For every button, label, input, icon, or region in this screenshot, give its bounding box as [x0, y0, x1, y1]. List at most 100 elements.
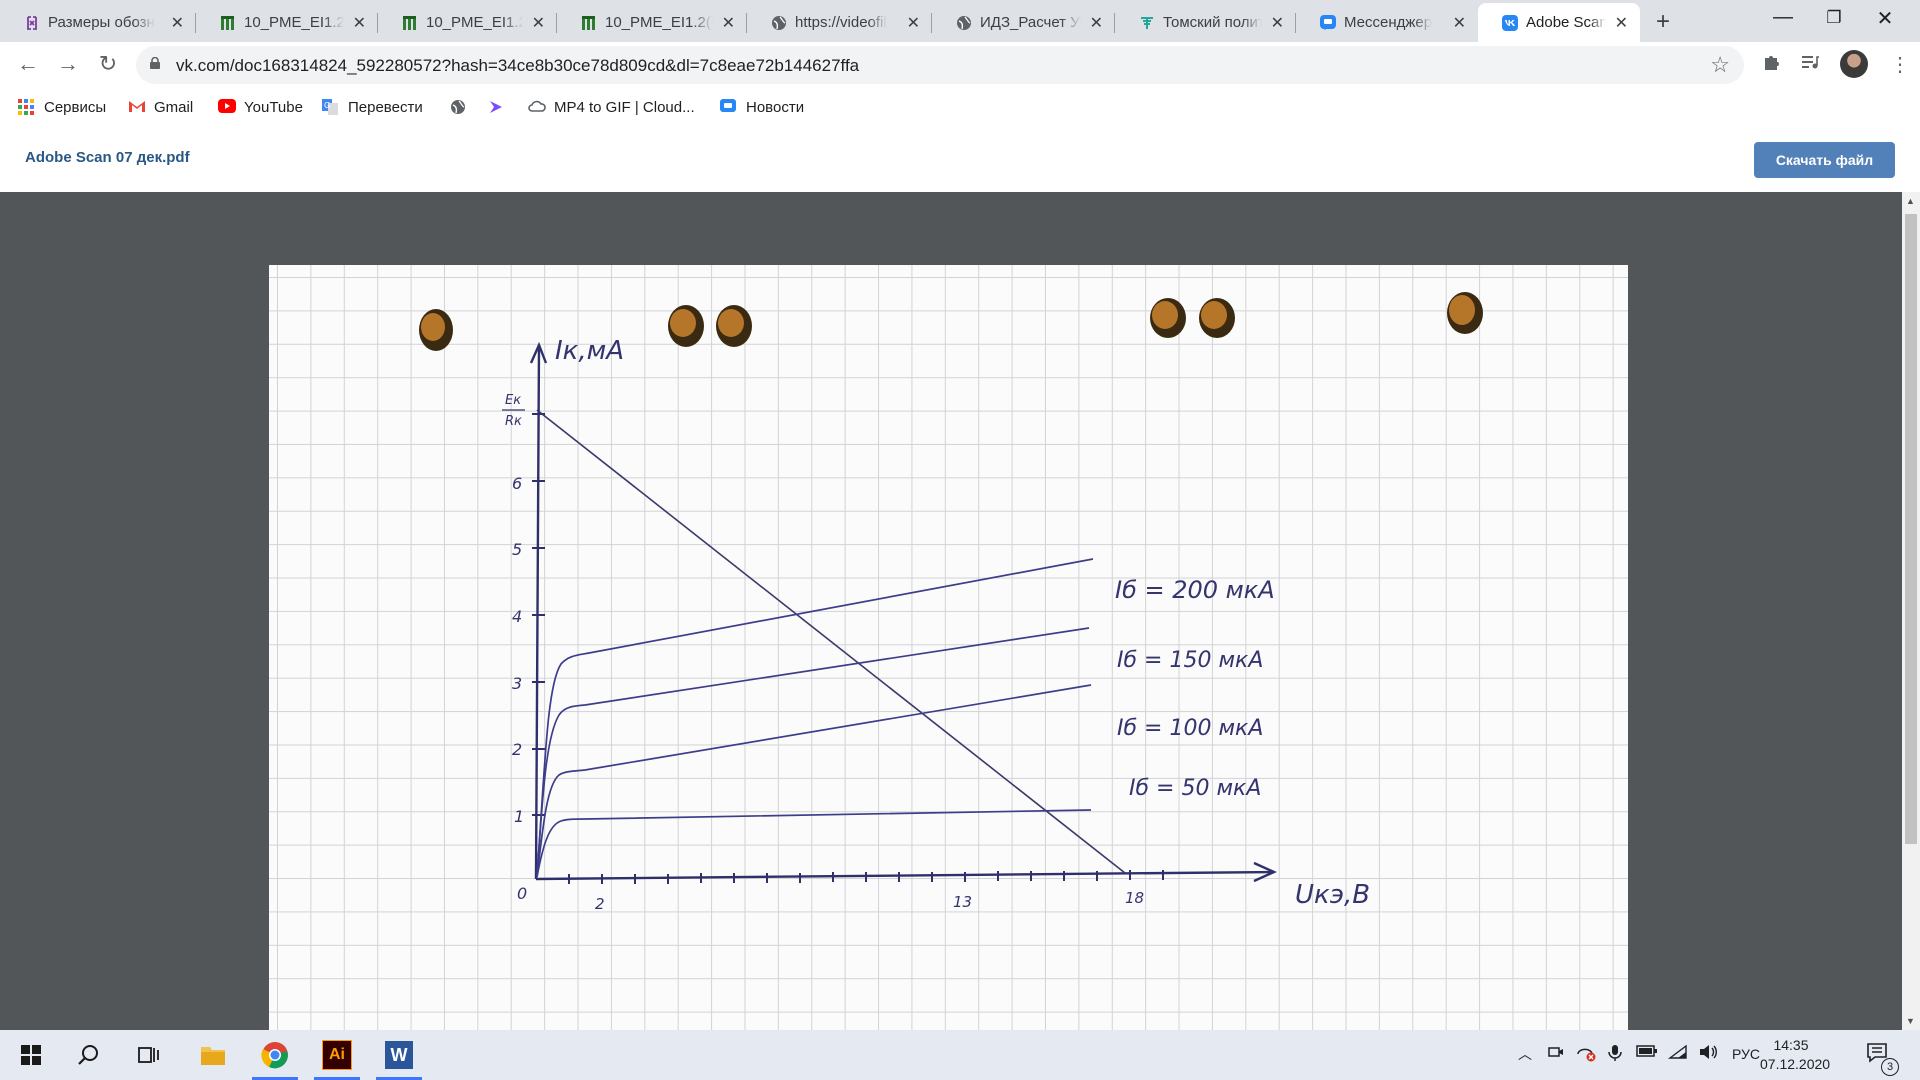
browser-toolbar: ← → ↻ vk.com/doc168314824_592280572?hash… — [0, 42, 1920, 88]
close-tab-icon[interactable]: ✕ — [1271, 13, 1284, 33]
back-button[interactable]: ← — [14, 51, 42, 77]
browser-tab[interactable]: ИДЗ_Расчет Ук ✕ — [932, 3, 1115, 42]
y-axis-line — [534, 344, 541, 880]
close-tab-icon[interactable]: ✕ — [353, 13, 366, 33]
vk-logo-icon — [1502, 15, 1518, 31]
translate-icon: G — [322, 99, 338, 115]
scroll-down-arrow-icon[interactable]: ▼ — [1906, 1016, 1915, 1026]
close-tab-icon[interactable]: ✕ — [907, 13, 920, 33]
bracket-logo-icon — [24, 15, 40, 31]
viewer-scrollbar[interactable]: ▲ ▼ — [1902, 192, 1920, 1030]
scrollbar-thumb[interactable] — [1905, 214, 1917, 844]
bookmark-label: MP4 to GIF | Cloud... — [554, 98, 695, 116]
bookmark-item[interactable]: Gmail — [128, 96, 193, 118]
network-error-icon[interactable] — [1576, 1044, 1596, 1067]
clock-time: 14:35 — [1773, 1037, 1809, 1053]
restore-button[interactable]: ❐ — [1811, 8, 1857, 28]
news-chat-icon — [720, 99, 736, 115]
browser-tab[interactable]: https://videofil ✕ — [747, 3, 932, 42]
curve-ib-50 — [536, 809, 1092, 878]
browser-tab[interactable]: Adobe Scan 07 ✕ — [1478, 3, 1640, 42]
bookmark-item[interactable]: MP4 to GIF | Cloud... — [528, 96, 695, 118]
close-tab-icon[interactable]: ✕ — [532, 13, 545, 33]
bookmark-label: Новости — [746, 98, 805, 116]
task-view-icon[interactable] — [120, 1030, 178, 1080]
y-tick-label-3: 3 — [512, 674, 522, 693]
download-file-button[interactable]: Скачать файл — [1754, 142, 1895, 178]
x-tick-label-2: 2 — [595, 895, 605, 913]
new-tab-button[interactable]: + — [1656, 8, 1670, 36]
profile-avatar[interactable] — [1840, 50, 1868, 78]
close-window-button[interactable]: ✕ — [1862, 6, 1908, 31]
y-tick-label-5: 5 — [512, 540, 522, 559]
notification-count-badge: 3 — [1881, 1058, 1899, 1076]
illustrator-icon[interactable]: Ai — [308, 1030, 366, 1080]
bookmark-star-icon[interactable]: ☆ — [1710, 52, 1730, 78]
youtube-icon — [218, 99, 236, 115]
browser-tab[interactable]: Мессенджер ✕ — [1296, 3, 1478, 42]
system-clock[interactable]: 14:35 07.12.2020 — [1760, 1036, 1831, 1074]
y-fraction-bottom: Rк — [505, 414, 522, 429]
minimize-button[interactable]: — — [1760, 6, 1806, 29]
address-bar[interactable]: vk.com/doc168314824_592280572?hash=34ce8… — [136, 46, 1744, 84]
x-tick-label-13: 13 — [953, 893, 972, 911]
battery-icon[interactable] — [1636, 1044, 1658, 1063]
search-icon[interactable] — [60, 1030, 118, 1080]
file-explorer-icon[interactable] — [184, 1030, 242, 1080]
media-queue-icon[interactable] — [1800, 52, 1820, 78]
tab-strip: Размеры обозн✕10_PME_EI1.2(C✕10_PME_EI1.… — [0, 0, 1920, 42]
bookmark-item[interactable]: Новости — [720, 96, 804, 118]
curve-ib-200 — [536, 558, 1094, 878]
close-tab-icon[interactable]: ✕ — [171, 13, 184, 33]
reload-button[interactable]: ↻ — [94, 51, 122, 77]
browser-menu-icon[interactable]: ⋮ — [1890, 52, 1910, 77]
tab-title: 10_PME_EI1.2(C — [426, 14, 523, 31]
browser-tab[interactable]: Томский полит ✕ — [1115, 3, 1296, 42]
meet-now-icon[interactable] — [1548, 1044, 1564, 1065]
tab-title: ИДЗ_Расчет Ук — [980, 14, 1081, 31]
windows-taskbar: Ai W ︿ РУС 14:35 07.12.2020 3 — [0, 1030, 1920, 1080]
bookmark-label: Сервисы — [44, 98, 107, 116]
volume-icon[interactable] — [1698, 1044, 1718, 1065]
bookmark-item[interactable] — [450, 96, 466, 118]
close-tab-icon[interactable]: ✕ — [1615, 13, 1628, 33]
browser-tab[interactable]: Размеры обозн ✕ — [0, 3, 196, 42]
globe-icon — [450, 99, 466, 115]
document-title[interactable]: Adobe Scan 07 дек.pdf — [25, 149, 190, 166]
close-tab-icon[interactable]: ✕ — [1090, 13, 1103, 33]
moodle-grid-icon — [402, 15, 418, 31]
load-line — [536, 409, 1126, 874]
extensions-puzzle-icon[interactable] — [1762, 52, 1782, 78]
word-icon[interactable]: W — [370, 1030, 428, 1080]
bookmark-item[interactable]: Сервисы — [18, 96, 106, 118]
show-hidden-icons-chevron-icon[interactable]: ︿ — [1518, 1044, 1532, 1064]
tab-title: https://videofil — [795, 14, 887, 31]
x-tick-label-18: 18 — [1125, 889, 1144, 907]
input-language-indicator[interactable]: РУС — [1732, 1046, 1760, 1062]
close-tab-icon[interactable]: ✕ — [1453, 13, 1466, 33]
y-axis-label: Iк,мА — [555, 336, 624, 366]
forward-button[interactable]: → — [54, 51, 82, 77]
wifi-icon[interactable] — [1667, 1044, 1688, 1065]
chrome-icon[interactable] — [246, 1030, 304, 1080]
url-text: vk.com/doc168314824_592280572?hash=34ce8… — [176, 56, 860, 75]
tab-title: 10_PME_EI1.2(C — [605, 14, 713, 31]
microphone-icon[interactable] — [1608, 1044, 1622, 1067]
moodle-grid-icon — [220, 15, 236, 31]
y-fraction-top: Ек — [505, 393, 521, 408]
scroll-up-arrow-icon[interactable]: ▲ — [1906, 196, 1915, 206]
document-viewer[interactable]: Iк,мА Ек Rк 6 5 4 3 2 1 0 2 13 18 Uкэ,В … — [0, 192, 1920, 1030]
browser-tab[interactable]: 10_PME_EI1.2(C ✕ — [557, 3, 747, 42]
start-windows-icon[interactable] — [2, 1030, 60, 1080]
bookmark-item[interactable] — [488, 96, 504, 118]
arrow-logo-icon — [488, 99, 504, 115]
tab-title: 10_PME_EI1.2(C — [244, 14, 344, 31]
clock-date: 07.12.2020 — [1760, 1056, 1831, 1072]
bookmark-label: Перевести — [348, 98, 423, 116]
bookmark-item[interactable]: G Перевести — [322, 96, 423, 118]
messenger-icon — [1320, 15, 1336, 31]
bookmark-item[interactable]: YouTube — [218, 96, 303, 118]
close-tab-icon[interactable]: ✕ — [722, 13, 735, 33]
browser-tab[interactable]: 10_PME_EI1.2(C ✕ — [196, 3, 378, 42]
browser-tab[interactable]: 10_PME_EI1.2(C ✕ — [378, 3, 557, 42]
